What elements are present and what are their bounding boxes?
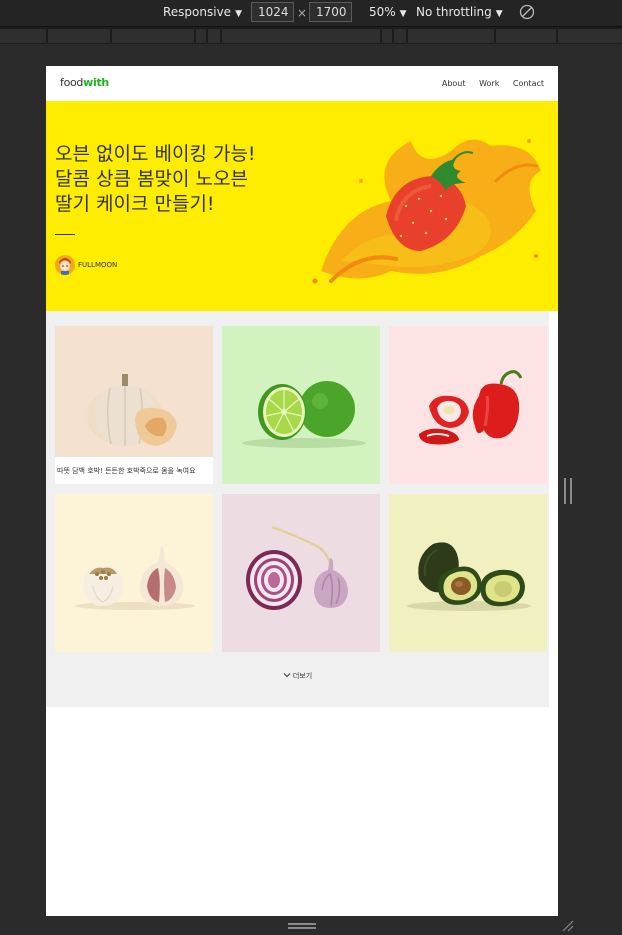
zoom-label: 50% [369, 5, 396, 19]
hero-divider [55, 234, 75, 235]
card-red-pepper[interactable] [389, 326, 547, 484]
chevron-down-icon: ▼ [399, 9, 407, 19]
hero-banner[interactable]: 오븐 없이도 베이킹 가능! 달콤 상큼 봄맞이 노오븐 딸기 케이크 만들기!… [46, 101, 558, 311]
media-query-bar[interactable] [0, 26, 622, 44]
avocado-image [389, 494, 547, 652]
devtools-toolbar: Responsive ▼ 1024 × 1700 50% ▼ No throttli… [0, 0, 622, 26]
card-pumpkin[interactable]: 따뜻 담백 호박! 든든한 호박죽으로 몸을 녹여요 [55, 326, 213, 484]
resize-corner-icon[interactable] [560, 920, 574, 932]
nav-about[interactable]: About [442, 79, 466, 88]
card-lime[interactable] [222, 326, 380, 484]
chevron-down-icon: ▼ [495, 9, 503, 19]
main-nav: About Work Contact [431, 79, 544, 88]
card-avocado[interactable] [389, 494, 547, 652]
chevron-down-icon: ▼ [235, 9, 242, 19]
logo-food-text: food [60, 76, 84, 89]
author-name: FULLMOON [78, 261, 118, 269]
logo-with-text: with [83, 76, 109, 89]
author-avatar [55, 255, 75, 275]
hero-title: 오븐 없이도 베이킹 가능! 달콤 상큼 봄맞이 노오븐 딸기 케이크 만들기! [55, 143, 256, 215]
garlic-image [55, 494, 213, 652]
device-mode-dropdown[interactable]: Responsive ▼ [163, 5, 242, 19]
load-more-button[interactable]: 더보기 [46, 671, 549, 681]
resize-handle-right[interactable] [564, 478, 572, 504]
content-grid: 따뜻 담백 호박! 든든한 호박죽으로 몸을 녹여요 더보기 [46, 311, 549, 707]
red-onion-image [222, 494, 380, 652]
site-header: foodwith About Work Contact [46, 66, 558, 101]
throttling-label: No throttling [416, 5, 492, 19]
resize-handle-bottom[interactable] [288, 923, 316, 929]
nav-contact[interactable]: Contact [513, 79, 544, 88]
height-input[interactable]: 1700 [309, 2, 352, 22]
lime-image [222, 326, 380, 484]
chevron-down-icon [283, 673, 291, 678]
card-red-onion[interactable] [222, 494, 380, 652]
dimension-separator: × [297, 6, 308, 20]
card-garlic[interactable] [55, 494, 213, 652]
nav-work[interactable]: Work [479, 79, 499, 88]
rotate-icon[interactable] [519, 4, 535, 20]
card-caption: 따뜻 담백 호박! 든든한 호박죽으로 몸을 녹여요 [55, 457, 213, 484]
device-mode-label: Responsive [163, 5, 232, 19]
width-input[interactable]: 1024 [251, 2, 294, 22]
strawberry-splash-image [312, 139, 541, 284]
zoom-dropdown[interactable]: 50% ▼ [369, 5, 407, 19]
site-logo[interactable]: foodwith [60, 76, 109, 89]
red-pepper-image [389, 326, 547, 484]
load-more-label: 더보기 [292, 672, 313, 680]
page-viewport: foodwith About Work Contact 오븐 없이도 베이킹 가… [46, 66, 558, 916]
throttling-dropdown[interactable]: No throttling ▼ [416, 5, 503, 19]
